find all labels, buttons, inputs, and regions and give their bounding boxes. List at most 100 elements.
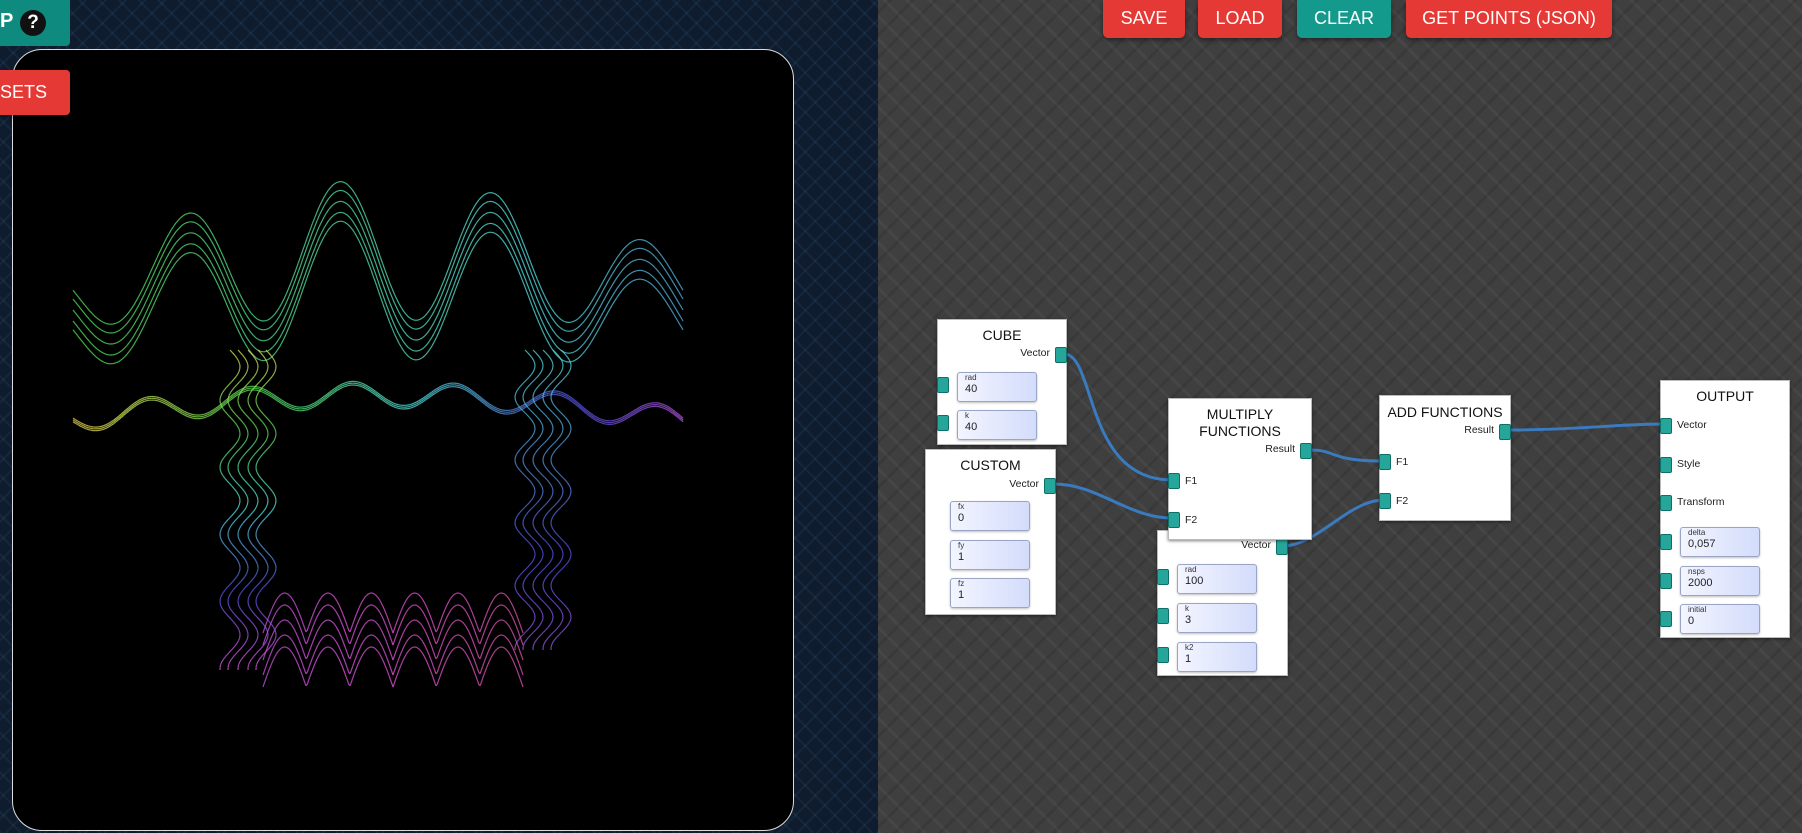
output-delta-input-port[interactable] (1660, 534, 1672, 550)
input-port-label: F2 (1396, 495, 1409, 507)
field-value: 40 (965, 421, 978, 433)
output-initial-field[interactable]: initial 0 (1680, 604, 1760, 634)
cube-node[interactable]: CUBE Vector rad 40 k 40 (937, 319, 1067, 445)
output-port-label: Vector (1020, 347, 1050, 359)
field-value: 3 (1185, 614, 1192, 626)
field-value: 0 (1688, 615, 1695, 627)
output-nsps-input-port[interactable] (1660, 573, 1672, 589)
output-delta-field[interactable]: delta 0,057 (1680, 527, 1760, 557)
field-label: fy (958, 541, 965, 550)
parametric-curve-render (72, 181, 684, 688)
node-title: CUSTOM (960, 457, 1021, 473)
preview-panel: P ? SETS (0, 0, 878, 833)
output-node[interactable]: OUTPUT Vector Style Transform delta 0,05… (1660, 380, 1790, 638)
presets-button[interactable]: SETS (0, 70, 70, 115)
node-title: OUTPUT (1696, 388, 1754, 404)
help-icon[interactable]: ? (20, 10, 46, 36)
thin-band (72, 380, 684, 432)
input-port-label: Style (1677, 458, 1701, 470)
custom-fx-field[interactable]: fx 0 (950, 501, 1030, 531)
custom-vector-output-port[interactable] (1044, 478, 1056, 494)
node-title: CUBE (982, 327, 1022, 343)
field-label: k (1185, 604, 1189, 613)
presets-button-label: SETS (0, 82, 48, 102)
wave-rad-input-port[interactable] (1157, 569, 1169, 585)
multiply-f1-input-port[interactable] (1168, 473, 1180, 489)
wave-k-field[interactable]: k 3 (1177, 603, 1257, 633)
field-label: nsps (1688, 567, 1705, 576)
input-port-label: F2 (1185, 514, 1198, 526)
partial-button-label[interactable]: P (0, 10, 13, 33)
add-functions-node[interactable]: ADD FUNCTIONS Result F1 F2 (1379, 395, 1511, 521)
multiply-result-output-port[interactable] (1300, 443, 1312, 459)
wave-k-input-port[interactable] (1157, 608, 1169, 624)
output-port-label: Vector (1241, 539, 1271, 551)
add-result-output-port[interactable] (1499, 424, 1511, 440)
wave-vector-node[interactable]: Vector rad 100 k 3 k2 1 (1157, 530, 1288, 676)
cube-vector-output-port[interactable] (1055, 347, 1067, 363)
output-initial-input-port[interactable] (1660, 611, 1672, 627)
field-value: 1 (958, 551, 965, 563)
output-nsps-field[interactable]: nsps 2000 (1680, 566, 1760, 596)
wire-cube-to-multiply-f1 (1063, 352, 1173, 482)
output-vector-input-port[interactable] (1660, 418, 1672, 434)
field-label: delta (1688, 528, 1706, 537)
upper-wave (72, 181, 684, 365)
field-label: k2 (1185, 643, 1194, 652)
save-button[interactable]: SAVE (1103, 0, 1185, 38)
load-button[interactable]: LOAD (1198, 0, 1282, 38)
field-value: 1 (1185, 653, 1192, 665)
custom-fz-field[interactable]: fz 1 (950, 578, 1030, 608)
output-port-label: Result (1265, 443, 1295, 455)
field-label: rad (965, 373, 977, 382)
field-value: 100 (1185, 575, 1204, 587)
field-value: 40 (965, 383, 978, 395)
input-port-label: F1 (1396, 456, 1409, 468)
node-title: ADD FUNCTIONS (1387, 404, 1503, 420)
field-label: k (965, 411, 969, 420)
field-value: 1 (958, 589, 965, 601)
clear-button[interactable]: CLEAR (1297, 0, 1391, 38)
top-left-toolbar[interactable]: P ? (0, 0, 70, 46)
node-title-line: MULTIPLY (1206, 406, 1274, 422)
lower-wave (262, 592, 524, 688)
cube-k-input-port[interactable] (937, 415, 949, 431)
input-port-label: Vector (1677, 419, 1707, 431)
node-title: MULTIPLY FUNCTIONS (1169, 406, 1311, 440)
left-side-band (219, 349, 277, 671)
get-points-json-button[interactable]: GET POINTS (JSON) (1406, 0, 1612, 38)
field-value: 0,057 (1688, 538, 1716, 550)
wire-custom-to-multiply-f2 (1053, 482, 1173, 520)
wave-k2-input-port[interactable] (1157, 647, 1169, 663)
output-port-label: Vector (1009, 478, 1039, 490)
cube-rad-field[interactable]: rad 40 (957, 372, 1037, 402)
wave-rad-field[interactable]: rad 100 (1177, 564, 1257, 594)
field-label: fz (958, 579, 965, 588)
add-f2-input-port[interactable] (1379, 493, 1391, 509)
field-value: 0 (958, 512, 965, 524)
wire-add-to-output-vector (1509, 422, 1665, 432)
output-transform-input-port[interactable] (1660, 495, 1672, 511)
get-points-button-label: GET POINTS (JSON) (1422, 8, 1596, 28)
node-title-line: FUNCTIONS (1199, 423, 1281, 439)
input-port-label: Transform (1677, 496, 1725, 508)
field-label: initial (1688, 605, 1707, 614)
output-port-label: Result (1464, 424, 1494, 436)
node-editor[interactable]: SAVE LOAD CLEAR GET POINTS (JSON) CUBE V… (878, 0, 1802, 833)
multiply-functions-node[interactable]: MULTIPLY FUNCTIONS Result F1 F2 (1168, 398, 1312, 540)
cube-rad-input-port[interactable] (937, 377, 949, 393)
wave-k2-field[interactable]: k2 1 (1177, 642, 1257, 672)
save-button-label: SAVE (1120, 8, 1168, 28)
wire-multiply-to-add-f1 (1309, 448, 1385, 463)
field-label: fx (958, 502, 965, 511)
wave-vector-output-port[interactable] (1276, 539, 1288, 555)
output-style-input-port[interactable] (1660, 457, 1672, 473)
add-f1-input-port[interactable] (1379, 454, 1391, 470)
custom-node[interactable]: CUSTOM Vector fx 0 fy 1 fz 1 (925, 449, 1056, 615)
field-value: 2000 (1688, 577, 1713, 589)
load-button-label: LOAD (1215, 8, 1265, 28)
cube-k-field[interactable]: k 40 (957, 410, 1037, 440)
render-canvas[interactable] (12, 49, 794, 831)
multiply-f2-input-port[interactable] (1168, 512, 1180, 528)
custom-fy-field[interactable]: fy 1 (950, 540, 1030, 570)
